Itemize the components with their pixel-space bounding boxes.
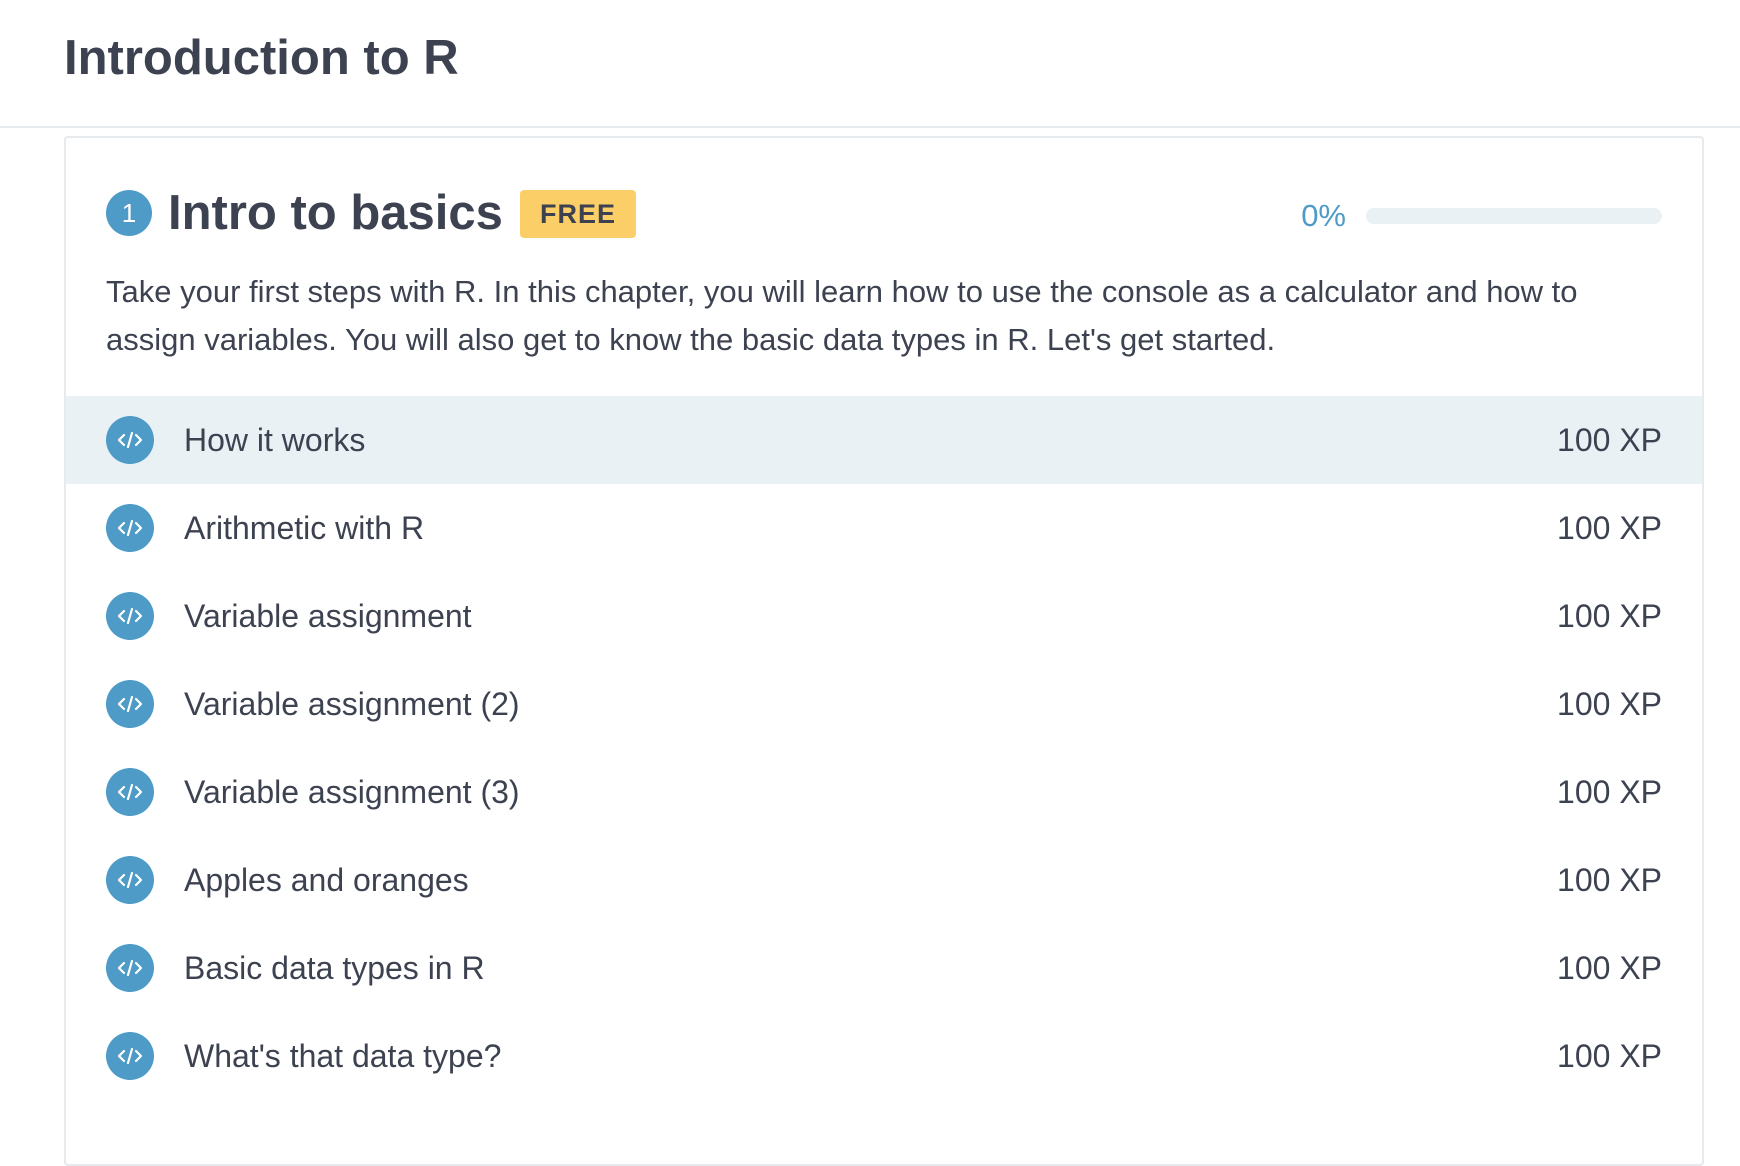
- page-header: Introduction to R: [0, 0, 1740, 128]
- exercise-title: How it works: [184, 422, 366, 458]
- exercise-item[interactable]: Variable assignment 100 XP: [66, 572, 1702, 660]
- chapter-description: Take your first steps with R. In this ch…: [106, 274, 1578, 357]
- exercise-title: Apples and oranges: [184, 862, 469, 898]
- exercise-xp: 100 XP: [1557, 774, 1662, 810]
- exercise-title: Variable assignment: [184, 598, 472, 634]
- code-icon: [106, 416, 154, 464]
- exercise-xp: 100 XP: [1557, 422, 1662, 458]
- exercise-xp: 100 XP: [1557, 598, 1662, 634]
- exercise-item[interactable]: Variable assignment (2) 100 XP: [66, 660, 1702, 748]
- exercise-title: What's that data type?: [184, 1038, 502, 1074]
- exercise-title: Variable assignment (2): [184, 686, 520, 722]
- exercise-xp: 100 XP: [1557, 510, 1662, 546]
- exercise-title: Variable assignment (3): [184, 774, 520, 810]
- exercise-item[interactable]: How it works 100 XP: [66, 396, 1702, 484]
- exercise-list: How it works 100 XP Arithmetic with R 10…: [66, 396, 1702, 1100]
- exercise-xp: 100 XP: [1557, 1038, 1662, 1074]
- exercise-xp: 100 XP: [1557, 686, 1662, 722]
- code-icon: [106, 944, 154, 992]
- code-icon: [106, 856, 154, 904]
- exercise-xp: 100 XP: [1557, 862, 1662, 898]
- code-icon: [106, 680, 154, 728]
- exercise-title: Arithmetic with R: [184, 510, 425, 546]
- course-title: Introduction to R: [64, 31, 459, 85]
- code-icon: [106, 768, 154, 816]
- exercise-item[interactable]: Arithmetic with R 100 XP: [66, 484, 1702, 572]
- exercise-item[interactable]: Variable assignment (3) 100 XP: [66, 748, 1702, 836]
- chapter-header: 1 Intro to basics FREE 0%: [106, 182, 1662, 246]
- exercise-title: Basic data types in R: [184, 950, 485, 986]
- progress-bar: [1366, 208, 1662, 224]
- progress-percent: 0%: [1301, 198, 1346, 233]
- exercise-item[interactable]: What's that data type? 100 XP: [66, 1012, 1702, 1100]
- chapter-title[interactable]: Intro to basics: [168, 182, 503, 244]
- exercise-xp: 100 XP: [1557, 950, 1662, 986]
- free-badge: FREE: [520, 190, 637, 238]
- code-icon: [106, 592, 154, 640]
- exercise-item[interactable]: Basic data types in R 100 XP: [66, 924, 1702, 1012]
- exercise-item[interactable]: Apples and oranges 100 XP: [66, 836, 1702, 924]
- code-icon: [106, 504, 154, 552]
- chapter-card: 1 Intro to basics FREE 0% Take your firs…: [64, 136, 1704, 1166]
- chapter-number-badge: 1: [106, 190, 152, 236]
- code-icon: [106, 1032, 154, 1080]
